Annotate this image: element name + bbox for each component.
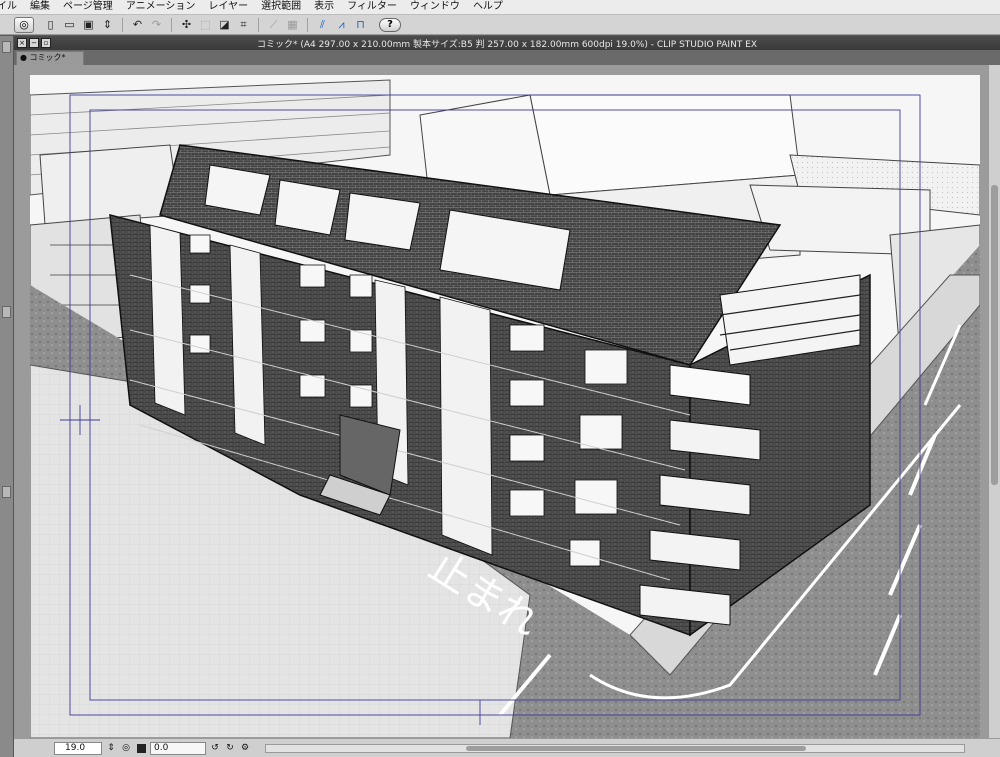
toolbar-divider <box>258 17 259 32</box>
menu-selection[interactable]: 選択範囲 <box>255 0 308 14</box>
panel-collapse-handle[interactable] <box>2 41 11 53</box>
fit-icon[interactable]: ◎ <box>120 742 132 754</box>
building-illustration: 止まれ <box>30 75 980 738</box>
document-title: コミック* (A4 297.00 x 210.00mm 製本サイズ:B5 判 2… <box>256 39 758 50</box>
status-bar: 19.0 ⇕ ◎ 0.0 ↺ ↻ ⚙ <box>14 738 1000 757</box>
menu-file[interactable]: イル <box>0 0 24 14</box>
rotate-right-icon[interactable]: ↻ <box>224 742 236 754</box>
document-tab-row: ● コミック* <box>14 50 1000 65</box>
menu-help[interactable]: ヘルプ <box>467 0 510 14</box>
command-bar: ◎ ▯ ▭ ▣ ⇕ ↶ ↷ ✣ ⬚ ◪ ⌗ ⟋ ▦ ⫽ ⩘ ⊓ ? <box>0 15 1000 35</box>
reset-rotation-icon[interactable]: ⚙ <box>239 742 251 754</box>
menu-view[interactable]: 表示 <box>308 0 341 14</box>
transform-icon[interactable]: ✣ <box>178 17 195 33</box>
horizontal-scroll-thumb[interactable] <box>466 745 806 751</box>
menu-page-management[interactable]: ページ管理 <box>57 0 120 14</box>
tab-comic-document[interactable]: ● コミック* <box>16 51 84 65</box>
fill-icon[interactable]: ◪ <box>216 17 233 33</box>
save-icon[interactable]: ▣ <box>80 17 97 33</box>
zoom-stepper-icon[interactable]: ⇕ <box>105 742 117 754</box>
toolbar-divider <box>171 17 172 32</box>
menu-edit[interactable]: 編集 <box>24 0 57 14</box>
perspective-icon[interactable]: ⫽ <box>314 17 331 33</box>
menu-window[interactable]: ウィンドウ <box>404 0 467 14</box>
new-file-icon[interactable]: ▯ <box>42 17 59 33</box>
zoom-field[interactable]: 19.0 <box>54 741 102 755</box>
snap-icon[interactable]: ▦ <box>284 17 301 33</box>
tab-label: コミック* <box>29 53 66 62</box>
vertical-scrollbar[interactable] <box>988 65 1000 738</box>
left-panel-edge <box>0 36 14 757</box>
vertical-scroll-thumb[interactable] <box>991 185 998 485</box>
ruler-icon[interactable]: ⟋ <box>265 17 282 33</box>
clip-studio-logo-icon[interactable]: ◎ <box>14 16 34 33</box>
panel-handle[interactable] <box>2 306 11 318</box>
redo-icon[interactable]: ↷ <box>148 17 165 33</box>
document-title-bar: コミック* (A4 297.00 x 210.00mm 製本サイズ:B5 判 2… <box>14 36 1000 50</box>
horizontal-scrollbar[interactable] <box>265 743 965 753</box>
menu-filter[interactable]: フィルター <box>341 0 404 14</box>
snap-grid-icon[interactable]: ⊓ <box>352 17 369 33</box>
rotation-field[interactable]: 0.0 <box>150 741 206 755</box>
menu-bar: イル 編集 ページ管理 アニメーション レイヤー 選択範囲 表示 フィルター ウ… <box>0 0 1000 15</box>
tab-close-icon[interactable]: ● <box>20 53 27 62</box>
toolbar-divider <box>122 17 123 32</box>
select-all-icon[interactable]: ⬚ <box>197 17 214 33</box>
toolbar-divider <box>307 17 308 32</box>
menu-animation[interactable]: アニメーション <box>120 0 203 14</box>
crop-icon[interactable]: ⌗ <box>235 17 252 33</box>
undo-icon[interactable]: ↶ <box>129 17 146 33</box>
menu-arrow-icon[interactable]: ⇕ <box>99 17 116 33</box>
help-icon[interactable]: ? <box>379 17 401 32</box>
artwork-image[interactable]: 止まれ <box>30 75 980 738</box>
canvas-area[interactable]: 止まれ <box>14 65 1000 738</box>
actual-size-icon[interactable] <box>137 743 146 753</box>
snap-special-ruler-icon[interactable]: ⩘ <box>333 17 350 33</box>
clip-studio-window: イル 編集 ページ管理 アニメーション レイヤー 選択範囲 表示 フィルター ウ… <box>0 0 1000 757</box>
rotate-left-icon[interactable]: ↺ <box>209 742 221 754</box>
menu-layer[interactable]: レイヤー <box>202 0 255 14</box>
panel-handle[interactable] <box>2 486 11 498</box>
open-file-icon[interactable]: ▭ <box>61 17 78 33</box>
